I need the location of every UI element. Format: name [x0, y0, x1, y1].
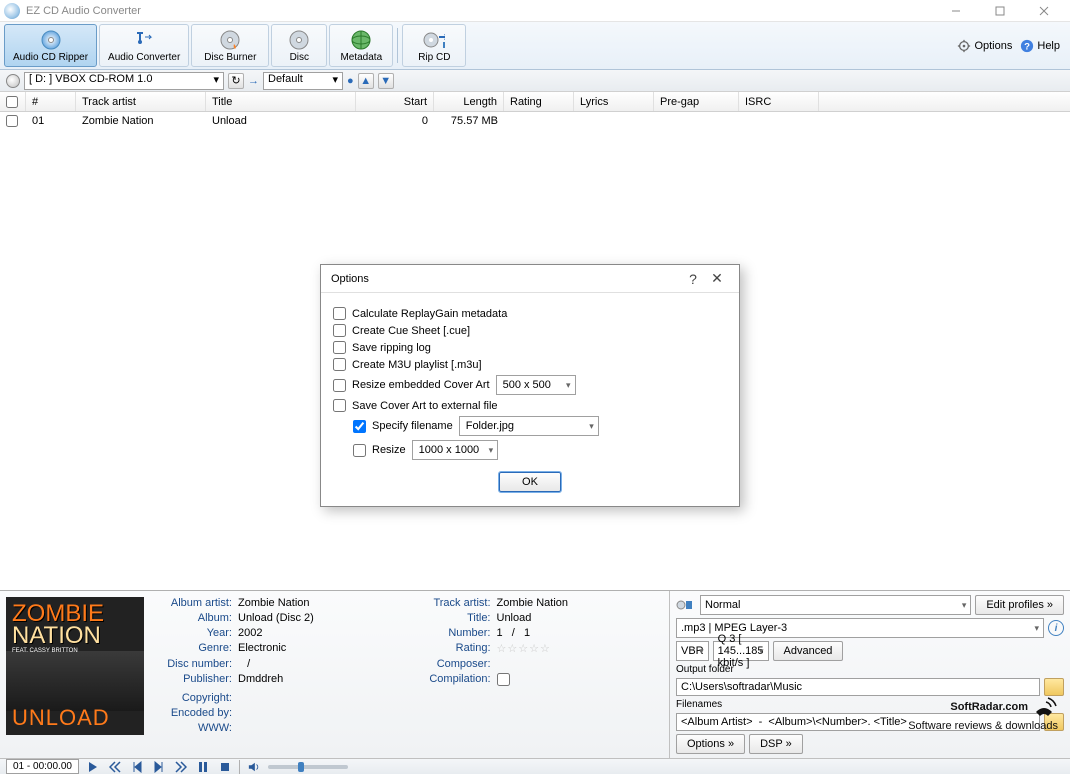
disc-icon: [288, 29, 310, 51]
encode-panel: Normal Edit profiles » .mp3 | MPEG Layer…: [670, 591, 1070, 758]
stop-button[interactable]: [217, 760, 233, 774]
col-isrc[interactable]: ISRC: [739, 92, 819, 111]
filenames-input[interactable]: [676, 713, 1040, 731]
maximize-button[interactable]: [978, 0, 1022, 22]
audio-cd-ripper-button[interactable]: Audio CD Ripper: [4, 24, 97, 67]
col-artist[interactable]: Track artist: [76, 92, 206, 111]
note-convert-icon: [133, 29, 155, 51]
specify-filename-checkbox[interactable]: [353, 420, 366, 433]
drive-icon: [6, 74, 20, 88]
main-toolbar: Audio CD Ripper Audio Converter Disc Bur…: [0, 22, 1070, 70]
output-folder-input[interactable]: [676, 678, 1040, 696]
col-num[interactable]: #: [26, 92, 76, 111]
disc-burn-icon: [219, 29, 241, 51]
resize-cover-checkbox[interactable]: [333, 379, 346, 392]
audio-converter-button[interactable]: Audio Converter: [99, 24, 189, 67]
resize2-combo[interactable]: 1000 x 1000: [412, 440, 499, 460]
rating-stars[interactable]: ☆☆☆☆☆: [497, 642, 664, 655]
dsp-button[interactable]: DSP »: [749, 734, 803, 754]
info-icon[interactable]: i: [1048, 620, 1064, 636]
app-icon: [4, 3, 20, 19]
window-title: EZ CD Audio Converter: [26, 5, 141, 17]
load-button[interactable]: ▼: [378, 73, 394, 89]
value-album-artist[interactable]: Zombie Nation: [238, 597, 405, 609]
resize2-checkbox[interactable]: [353, 444, 366, 457]
specify-filename-input[interactable]: Folder.jpg: [459, 416, 599, 436]
log-checkbox[interactable]: [333, 341, 346, 354]
help-icon: ?: [1020, 39, 1034, 53]
help-link[interactable]: ? Help: [1020, 39, 1060, 53]
cd-icon: [40, 29, 62, 51]
profile-icon: [676, 597, 696, 613]
quality-combo[interactable]: Q 3 [ 145...185 kbit/s ]: [713, 641, 769, 661]
options-dialog: Options ? ✕ Calculate ReplayGain metadat…: [320, 264, 740, 507]
eject-button[interactable]: ▲: [358, 73, 374, 89]
gear-icon: [957, 39, 971, 53]
pause-button[interactable]: [195, 760, 211, 774]
profile-select[interactable]: Default▾: [263, 72, 343, 90]
close-button[interactable]: [1022, 0, 1066, 22]
mode-combo[interactable]: VBR: [676, 641, 709, 661]
forward-button[interactable]: [151, 760, 167, 774]
dialog-title: Options: [331, 273, 369, 285]
filenames-label: Filenames: [676, 699, 1064, 710]
value-track-artist[interactable]: Zombie Nation: [497, 597, 664, 609]
row-checkbox[interactable]: [6, 115, 18, 127]
options-link[interactable]: Options: [957, 39, 1012, 53]
drive-select[interactable]: [ D: ] VBOX CD-ROM 1.0▾: [24, 72, 224, 90]
metadata-button[interactable]: Metadata: [329, 24, 393, 67]
rewind-button[interactable]: [129, 760, 145, 774]
prev-button[interactable]: [107, 760, 123, 774]
next-button[interactable]: [173, 760, 189, 774]
col-rating[interactable]: Rating: [504, 92, 574, 111]
refresh-button[interactable]: ↻: [228, 73, 244, 89]
disc-button[interactable]: Disc: [271, 24, 327, 67]
m3u-checkbox[interactable]: [333, 358, 346, 371]
profile-combo[interactable]: Normal: [700, 595, 971, 615]
label-track-artist: Track artist:: [411, 597, 491, 609]
dialog-close-button[interactable]: ✕: [705, 267, 729, 291]
cue-checkbox[interactable]: [333, 324, 346, 337]
save-cover-checkbox[interactable]: [333, 399, 346, 412]
advanced-button[interactable]: Advanced: [773, 641, 844, 661]
label-album-artist: Album artist:: [152, 597, 232, 609]
replaygain-checkbox[interactable]: [333, 307, 346, 320]
select-all-checkbox[interactable]: [6, 96, 18, 108]
col-length[interactable]: Length: [434, 92, 504, 111]
svg-text:?: ?: [1024, 41, 1030, 52]
speaker-icon: [246, 760, 262, 774]
resize-cover-combo[interactable]: 500 x 500: [496, 375, 576, 395]
options-button[interactable]: Options »: [676, 734, 745, 754]
edit-profiles-button[interactable]: Edit profiles »: [975, 595, 1064, 615]
playback-position: 01 - 00:00.00: [6, 759, 79, 774]
compilation-checkbox[interactable]: [497, 673, 510, 686]
rip-icon: [423, 29, 445, 51]
ok-button[interactable]: OK: [499, 472, 561, 492]
disc-burner-button[interactable]: Disc Burner: [191, 24, 269, 67]
col-title[interactable]: Title: [206, 92, 356, 111]
filenames-builder-button[interactable]: [1044, 713, 1064, 731]
browse-folder-button[interactable]: [1044, 678, 1064, 696]
table-row[interactable]: 01 Zombie Nation Unload 0 75.57 MB: [0, 112, 1070, 130]
col-start[interactable]: Start: [356, 92, 434, 111]
playback-bar: 01 - 00:00.00: [0, 758, 1070, 774]
drive-bar: [ D: ] VBOX CD-ROM 1.0▾ ↻ → Default▾ ● ▲…: [0, 70, 1070, 92]
globe-icon: [350, 29, 372, 51]
play-button[interactable]: [85, 760, 101, 774]
dialog-help-button[interactable]: ?: [681, 267, 705, 291]
album-cover[interactable]: ZOMBIENATIONFEAT. CASSY BRITTON UNLOAD: [6, 597, 144, 735]
rip-cd-button[interactable]: Rip CD: [402, 24, 466, 67]
col-lyrics[interactable]: Lyrics: [574, 92, 654, 111]
minimize-button[interactable]: [934, 0, 978, 22]
metadata-panel: ZOMBIENATIONFEAT. CASSY BRITTON UNLOAD A…: [0, 591, 670, 758]
col-pregap[interactable]: Pre-gap: [654, 92, 739, 111]
track-table-header: # Track artist Title Start Length Rating…: [0, 92, 1070, 112]
title-bar: EZ CD Audio Converter: [0, 0, 1070, 22]
